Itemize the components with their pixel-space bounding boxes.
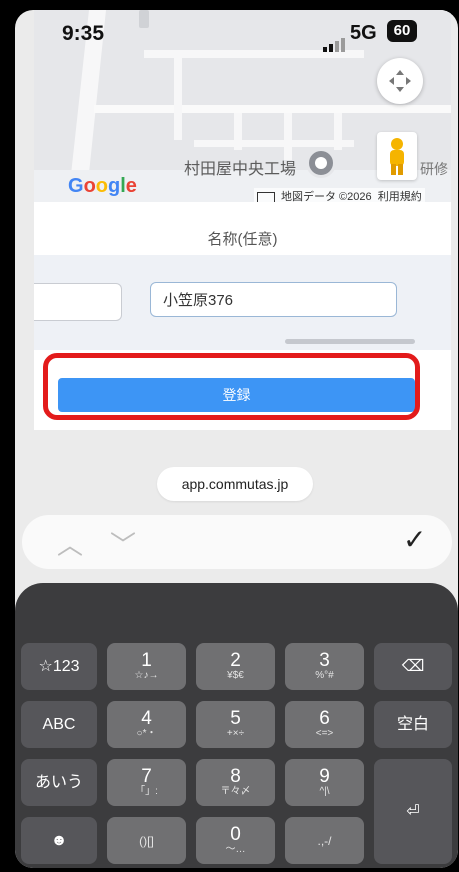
key-brackets[interactable]: ()[] [107, 817, 186, 864]
key-label: 空白 [396, 716, 429, 733]
key-label: ABC [42, 716, 76, 733]
key-label: ⌫ [401, 658, 425, 675]
key-label: .,-/ [317, 833, 332, 848]
network-type: 5G [350, 22, 377, 44]
key-label: 4 [141, 708, 152, 729]
return-icon[interactable]: ⏎ [374, 759, 452, 864]
key-sublabel: %°# [315, 670, 334, 681]
key-5[interactable]: 5 +×÷ [196, 701, 275, 748]
key-1[interactable]: 1 ☆♪→ [107, 643, 186, 690]
key-9[interactable]: 9 ^|\ [285, 759, 364, 806]
google-logo: Google [68, 175, 137, 197]
key-label: 3 [319, 650, 330, 671]
emoji-icon[interactable]: ☻ [21, 817, 97, 864]
poi-label[interactable]: 村田屋中央工場 [184, 155, 296, 179]
key-label: ☆123 [38, 658, 80, 675]
key-4[interactable]: 4 ○*・ [107, 701, 186, 748]
key-sublabel: ¥$€ [227, 670, 244, 681]
name-field-label: 名称(任意) [207, 231, 278, 248]
horizontal-scrollbar[interactable] [285, 339, 415, 344]
map-edge-text: 研修 [420, 161, 448, 177]
key-sublabel: 〒々〆 [220, 786, 251, 797]
key-label: あいう [34, 774, 83, 791]
url-bar[interactable]: app.commutas.jp [157, 467, 313, 501]
form-row [34, 255, 451, 350]
key-label: 1 [141, 650, 152, 671]
key-7[interactable]: 7 「」: [107, 759, 186, 806]
key-kana[interactable]: あいう [21, 759, 97, 806]
map-data-text[interactable]: 地図データ ©2026 [281, 191, 372, 202]
battery-icon: 60 [387, 20, 417, 42]
compass-icon[interactable] [377, 58, 423, 104]
key-3[interactable]: 3 %°# [285, 643, 364, 690]
key-0[interactable]: 0 〜… [196, 817, 275, 864]
key-label: 2 [230, 650, 241, 671]
key-space[interactable]: 空白 [374, 701, 452, 748]
key-label: ⏎ [406, 803, 420, 820]
pegman-icon[interactable] [377, 132, 417, 180]
key-sublabel: 〜… [225, 844, 246, 855]
chevron-down-icon[interactable]: ﹀ [110, 525, 136, 562]
key-sublabel: <=> [315, 728, 334, 739]
key-8[interactable]: 8 〒々〆 [196, 759, 275, 806]
chevron-up-icon[interactable]: ︿ [57, 525, 83, 562]
key-label: 5 [230, 708, 241, 729]
keyboard-icon[interactable] [257, 191, 275, 202]
key-punctuation[interactable]: .,-/ [285, 817, 364, 864]
key-6[interactable]: 6 <=> [285, 701, 364, 748]
key-symbols[interactable]: ☆123 [21, 643, 97, 690]
status-time: 9:35 [62, 22, 105, 45]
map-attribution: 地図データ ©2026 利用規約 [254, 188, 425, 202]
key-sublabel: 「」: [135, 786, 158, 797]
key-label: 6 [319, 708, 330, 729]
highlight-box [43, 353, 420, 420]
key-abc[interactable]: ABC [21, 701, 97, 748]
location-pin-icon[interactable] [306, 148, 336, 178]
key-label: ☻ [50, 832, 68, 849]
key-sublabel: ○*・ [136, 728, 157, 739]
status-bar: 9:35 5G 60 [34, 10, 451, 52]
key-sublabel: ☆♪→ [134, 670, 159, 681]
key-2[interactable]: 2 ¥$€ [196, 643, 275, 690]
terms-link[interactable]: 利用規約 [378, 191, 422, 202]
map-view[interactable]: 9:35 5G 60 村田屋中央工場 研修 Google 地図データ ©2026… [34, 10, 451, 202]
key-label: 9 [319, 766, 330, 787]
key-sublabel: ^|\ [319, 786, 330, 797]
checkmark-icon[interactable]: ✓ [403, 523, 426, 556]
signal-icon [323, 38, 345, 52]
keyboard: ☆123 1 ☆♪→ 2 ¥$€ 3 %°# ⌫ ABC 4 ○*・ 5 +×÷ 6 <=>… [15, 583, 458, 868]
backspace-icon[interactable]: ⌫ [374, 643, 452, 690]
previous-field[interactable] [34, 283, 122, 321]
key-label: 0 [230, 824, 241, 845]
key-label: 7 [141, 766, 152, 787]
key-label: 8 [230, 766, 241, 787]
key-sublabel: +×÷ [226, 728, 245, 739]
key-label: ()[] [139, 833, 154, 848]
name-input[interactable] [150, 282, 397, 317]
keyboard-nav-bar: ︿ ﹀ ✓ [22, 515, 452, 569]
phone-screen: 9:35 5G 60 村田屋中央工場 研修 Google 地図データ ©2026… [15, 10, 458, 868]
